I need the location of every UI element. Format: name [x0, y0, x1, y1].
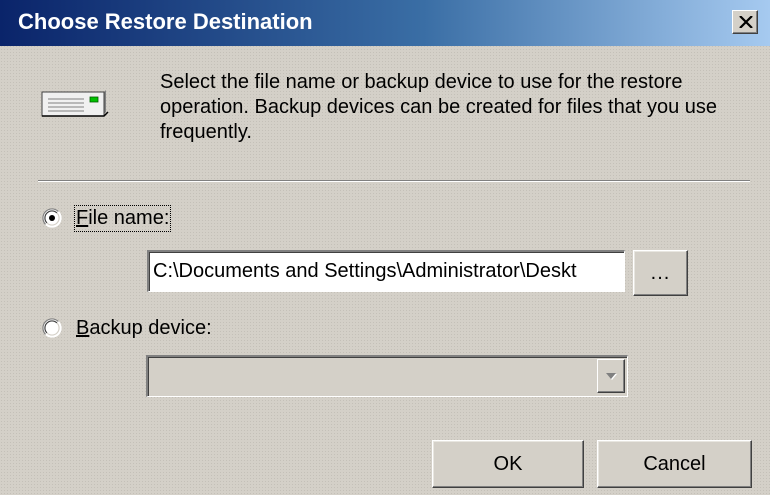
backup-device-mnemonic: B — [76, 317, 90, 339]
backup-device-label[interactable]: Backup device: — [76, 317, 212, 340]
file-name-radio[interactable] — [42, 208, 62, 228]
chevron-down-icon — [606, 373, 617, 380]
close-button[interactable] — [732, 10, 758, 34]
file-name-mnemonic: F — [76, 207, 89, 229]
window-title: Choose Restore Destination — [18, 9, 313, 34]
backup-device-dropdown-button[interactable] — [597, 359, 625, 393]
file-name-label-rest: ile name: — [88, 207, 170, 229]
backup-device-select[interactable] — [146, 355, 628, 397]
ok-button[interactable]: OK — [432, 440, 584, 488]
instruction-text: Select the file name or backup device to… — [160, 71, 718, 143]
separator — [38, 180, 750, 182]
choose-restore-destination-dialog: Choose Restore Destination Select the fi… — [0, 0, 770, 495]
title-bar[interactable]: Choose Restore Destination — [0, 0, 770, 46]
file-name-input[interactable]: C:\Documents and Settings\Administrator\… — [147, 250, 625, 292]
backup-device-label-rest: ackup device: — [89, 317, 212, 339]
backup-device-radio[interactable] — [42, 318, 62, 338]
backup-device-icon — [40, 86, 110, 120]
browse-button[interactable]: ... — [633, 250, 688, 296]
file-name-label[interactable]: File name: — [73, 205, 172, 232]
close-icon — [739, 16, 753, 28]
cancel-button[interactable]: Cancel — [597, 440, 752, 488]
